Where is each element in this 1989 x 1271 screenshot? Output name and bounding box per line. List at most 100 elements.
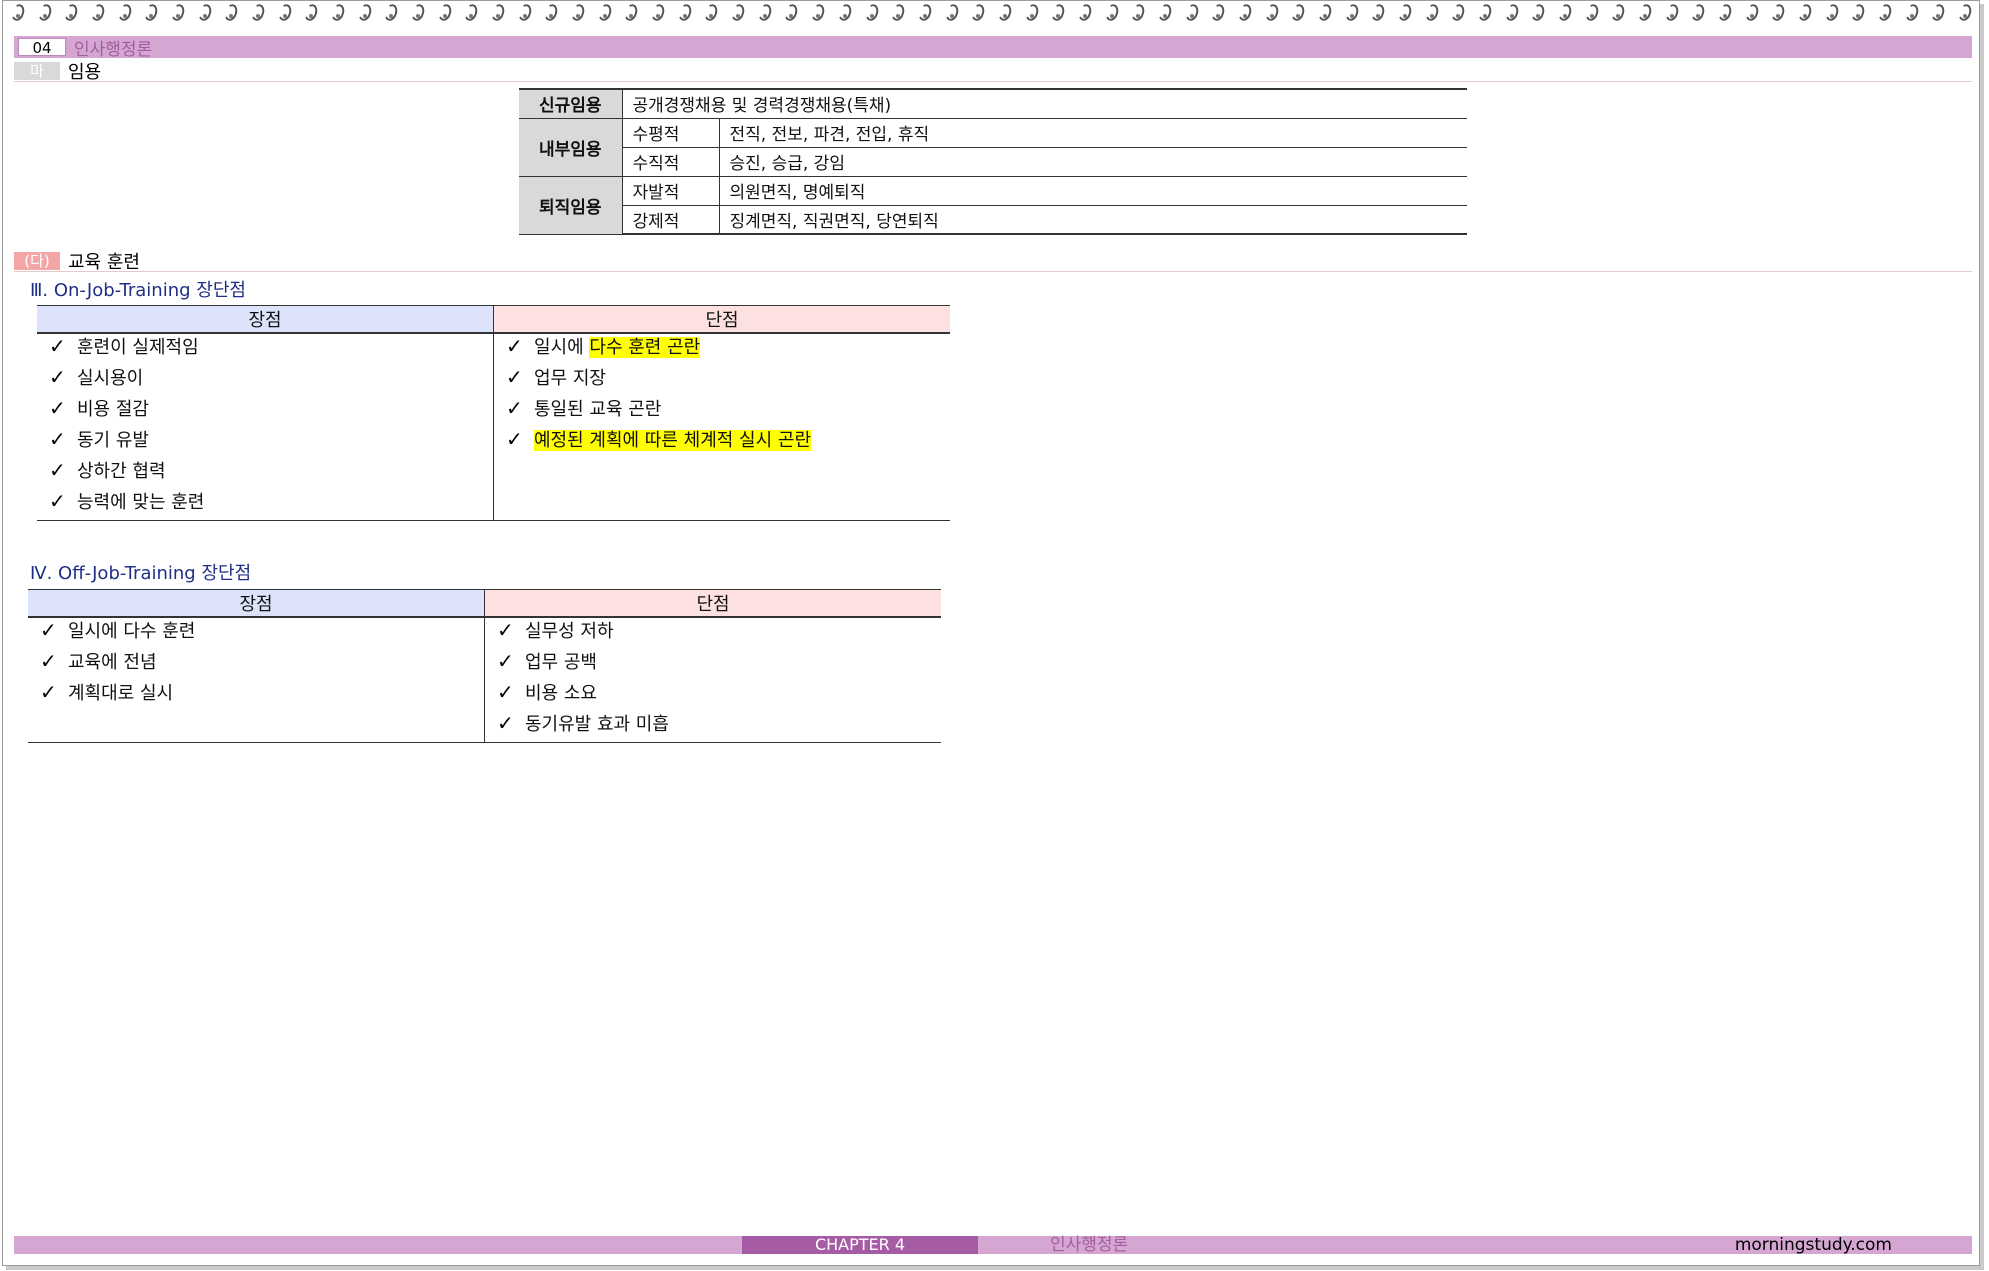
check-mark-icon: ✓ <box>506 365 523 389</box>
list-item: ✓ 비용 절감 <box>37 396 493 427</box>
binding-ring <box>63 0 77 22</box>
section-label-training: 교육 훈련 <box>68 251 140 273</box>
binding-ring <box>197 0 211 22</box>
binding-ring <box>1504 0 1518 22</box>
row-value: 공개경쟁채용 및 경력경쟁채용(특채) <box>622 88 1467 119</box>
binding-ring <box>1130 0 1144 22</box>
cons-cell: ✓ 실무성 저하 ✓ 업무 공백 ✓ 비용 소요 ✓ 동기유발 효과 미흡 <box>484 617 941 743</box>
row-head: 퇴직임용 <box>519 176 623 235</box>
item-text: 비용 소요 <box>525 683 597 704</box>
item-text: 교육에 전념 <box>68 652 157 673</box>
pros-cell: ✓ 일시에 다수 훈련 ✓ 교육에 전념 ✓ 계획대로 실시 <box>28 617 485 743</box>
item-text: 업무 공백 <box>525 652 597 673</box>
row-head: 신규임용 <box>519 88 623 119</box>
list-item: ✓ 업무 지장 <box>494 365 950 396</box>
item-text: 비용 절감 <box>77 399 149 420</box>
pros-list: ✓ 훈련이 실제적임 ✓ 실시용이 ✓ 비용 절감 ✓ 동기 유발 ✓ 상하간 협력 ✓ 능력에 맞는… <box>37 334 493 520</box>
footer-site: morningstudy.com <box>1734 1235 1892 1255</box>
binding-ring <box>517 0 531 22</box>
pros-header: 장점 <box>28 589 485 618</box>
binding-ring <box>997 0 1011 22</box>
binding-ring <box>1050 0 1064 22</box>
binding-ring <box>570 0 584 22</box>
binding-ring <box>783 0 797 22</box>
list-item: ✓ 능력에 맞는 훈련 <box>37 489 493 520</box>
binding-ring <box>970 0 984 22</box>
list-item: ✓ 업무 공백 <box>485 649 941 680</box>
binding-ring <box>357 0 371 22</box>
binding-ring <box>864 0 878 22</box>
binding-ring <box>1290 0 1304 22</box>
binding-ring <box>1477 0 1491 22</box>
ojt-heading: Ⅲ. On-Job-Training 장단점 <box>30 280 246 301</box>
cons-header: 단점 <box>493 305 950 334</box>
check-mark-icon: ✓ <box>497 711 514 735</box>
binding-ring <box>490 0 504 22</box>
chapter-title: 인사행정론 <box>74 39 153 60</box>
item-text: 동기유발 효과 미흡 <box>525 714 669 735</box>
binding-ring <box>677 0 691 22</box>
chapter-header-bar: 04 인사행정론 <box>14 36 1972 60</box>
binding-ring <box>1157 0 1171 22</box>
list-item: ✓ 일시에 다수 훈련 <box>28 618 484 649</box>
list-item: ✓ 실무성 저하 <box>485 618 941 649</box>
check-mark-icon: ✓ <box>49 396 66 420</box>
section-label-appointment: 임용 <box>68 61 102 83</box>
binding-ring <box>170 0 184 22</box>
table-row: 수직적 승진, 승급, 강임 <box>519 147 1467 177</box>
binding-ring <box>757 0 771 22</box>
item-text: 업무 지장 <box>534 368 606 389</box>
list-item: ✓ 일시에 다수 훈련 곤란 <box>494 334 950 365</box>
cons-cell: ✓ 일시에 다수 훈련 곤란 ✓ 업무 지장 ✓ 통일된 교육 곤란 ✓ 예정된 계획에 따른… <box>493 333 950 521</box>
binding-ring <box>1770 0 1784 22</box>
binding-ring <box>1690 0 1704 22</box>
list-item: ✓ 비용 소요 <box>485 680 941 711</box>
binding-ring <box>463 0 477 22</box>
row-sub: 강제적 <box>622 205 720 235</box>
binding-ring <box>1744 0 1758 22</box>
binding-ring <box>1584 0 1598 22</box>
binding-ring <box>1637 0 1651 22</box>
check-mark-icon: ✓ <box>40 618 57 642</box>
binding-ring <box>223 0 237 22</box>
pros-header: 장점 <box>37 305 494 334</box>
binding-ring <box>303 0 317 22</box>
binding-ring <box>1664 0 1678 22</box>
check-mark-icon: ✓ <box>40 680 57 704</box>
row-head: 내부임용 <box>519 118 623 177</box>
check-mark-icon: ✓ <box>49 334 66 358</box>
item-text: 일시에 <box>534 337 590 358</box>
binding-ring <box>383 0 397 22</box>
chapter-number: 04 <box>18 38 66 57</box>
footer-bar: CHAPTER 4 인사행정론 morningstudy.com <box>14 1236 1972 1254</box>
spiral-binding <box>4 0 1978 24</box>
binding-ring <box>1877 0 1891 22</box>
binding-ring <box>437 0 451 22</box>
offjt-heading: Ⅳ. Off-Job-Training 장단점 <box>30 563 252 584</box>
binding-ring <box>1104 0 1118 22</box>
binding-ring <box>1957 0 1971 22</box>
section-appointment: 마 임용 <box>14 60 1972 83</box>
cons-list: ✓ 일시에 다수 훈련 곤란 ✓ 업무 지장 ✓ 통일된 교육 곤란 ✓ 예정된 계획에 따른… <box>494 334 950 458</box>
binding-ring <box>810 0 824 22</box>
list-item: ✓ 계획대로 실시 <box>28 680 484 711</box>
ojt-table: 장점 단점 ✓ 훈련이 실제적임 ✓ 실시용이 ✓ 비용 절감 ✓ 동기 유발 ✓ 상하간 협력 ✓… <box>37 305 950 521</box>
check-mark-icon: ✓ <box>497 618 514 642</box>
binding-ring <box>277 0 291 22</box>
binding-ring <box>597 0 611 22</box>
list-item: ✓ 실시용이 <box>37 365 493 396</box>
binding-ring <box>1184 0 1198 22</box>
item-highlight: 다수 훈련 곤란 <box>589 337 701 358</box>
item-text: 상하간 협력 <box>77 461 166 482</box>
binding-ring <box>1610 0 1624 22</box>
item-text: 통일된 교육 곤란 <box>534 399 662 420</box>
binding-ring <box>117 0 131 22</box>
binding-ring <box>90 0 104 22</box>
check-mark-icon: ✓ <box>49 427 66 451</box>
row-sub: 자발적 <box>622 176 720 206</box>
cons-header: 단점 <box>484 589 941 618</box>
footer-subject: 인사행정론 <box>1050 1235 1129 1255</box>
row-value: 징계면직, 직권면직, 당연퇴직 <box>719 205 1467 235</box>
list-item: ✓ 상하간 협력 <box>37 458 493 489</box>
binding-ring <box>890 0 904 22</box>
